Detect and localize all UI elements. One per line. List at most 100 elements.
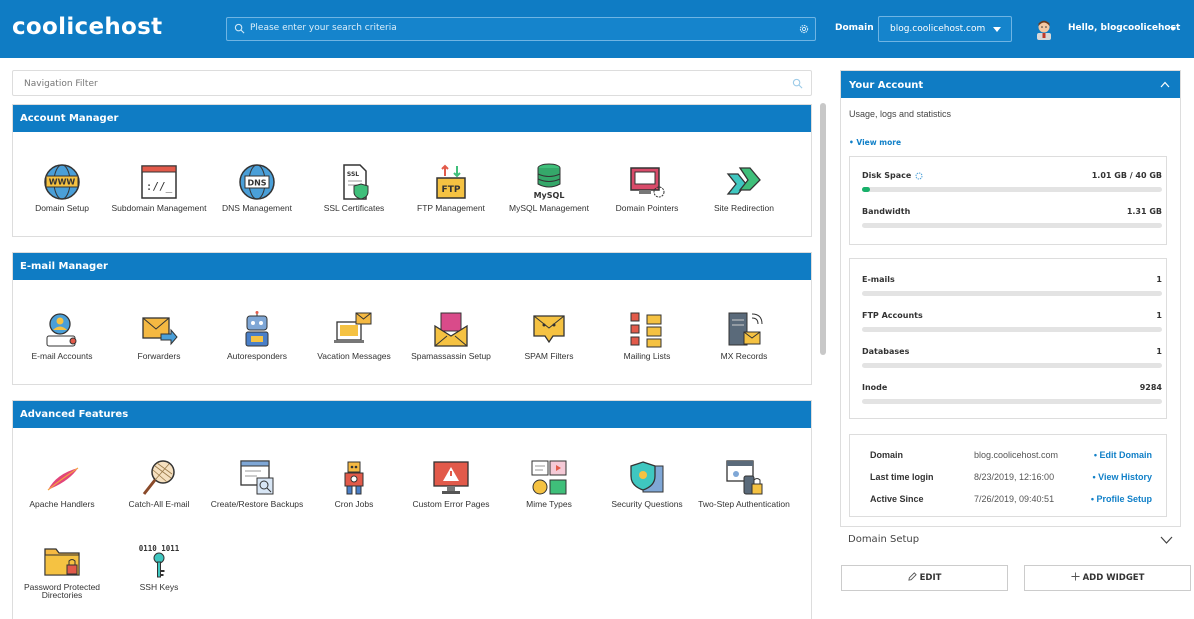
- domain-select[interactable]: blog.coolicehost.com: [878, 16, 1012, 42]
- stat-name: Disk Space: [862, 171, 912, 180]
- tile-vacation-messages[interactable]: Vacation Messages: [306, 310, 402, 360]
- custom-error-pages-icon: [433, 461, 469, 494]
- view-history-link[interactable]: • View History: [1092, 472, 1152, 482]
- svg-text:://_: ://_: [146, 180, 173, 193]
- subdomain-management-icon: ://_: [141, 165, 177, 199]
- mailing-lists-icon: [630, 312, 662, 348]
- vacation-messages-icon: [334, 312, 372, 343]
- tile-two-step-authentication[interactable]: Two-Step Authentication: [696, 458, 792, 508]
- your-account-widget: Your Account Usage, logs and statistics …: [840, 70, 1181, 527]
- chevron-down-icon[interactable]: [1160, 536, 1173, 544]
- tile-email-accounts[interactable]: E-mail Accounts: [14, 310, 110, 360]
- tile-site-redirection[interactable]: Site Redirection: [696, 162, 792, 212]
- tile-subdomain-management[interactable]: ://_ Subdomain Management: [111, 162, 207, 212]
- view-more-link[interactable]: • View more: [849, 138, 901, 147]
- tile-label: Subdomain Management: [111, 203, 207, 213]
- tile-label: Forwarders: [137, 351, 181, 361]
- catch-all-net-icon: [142, 460, 175, 495]
- tile-apache-handlers[interactable]: Apache Handlers: [14, 458, 110, 508]
- add-widget-button-label: ADD WIDGET: [1082, 573, 1145, 583]
- domain-setup-widget-title[interactable]: Domain Setup: [848, 534, 919, 545]
- progress-bar: [862, 291, 1162, 296]
- tile-ssh-keys[interactable]: 0110 1011 SSH Keys: [111, 541, 207, 591]
- tile-domain-pointers[interactable]: Domain Pointers: [599, 162, 695, 212]
- user-menu-chevron-icon[interactable]: [1170, 27, 1176, 31]
- mysql-database-icon: MySQL: [534, 163, 564, 200]
- tile-spam-filters[interactable]: SPAM Filters: [501, 310, 597, 360]
- tile-dns-management[interactable]: DNS DNS Management: [209, 162, 305, 212]
- tile-mysql-management[interactable]: MySQL MySQL Management: [501, 162, 597, 212]
- tile-label: MySQL Management: [509, 203, 589, 213]
- mx-records-server-icon: [728, 312, 763, 346]
- usage-box: Disk Space 1.01 GB / 40 GB Bandwidth 1.3…: [849, 156, 1167, 245]
- gear-icon[interactable]: [798, 23, 810, 35]
- account-manager-panel: Account Manager WWW Domain Setup ://_ Su…: [12, 104, 812, 237]
- refresh-icon[interactable]: [915, 172, 923, 180]
- security-questions-shield-icon: [630, 461, 664, 493]
- tile-domain-setup[interactable]: WWW Domain Setup: [14, 162, 110, 212]
- tile-label: DNS Management: [222, 203, 292, 213]
- profile-setup-link[interactable]: • Profile Setup: [1091, 494, 1152, 504]
- user-greeting[interactable]: Hello, blogcoolicehost: [1068, 23, 1180, 33]
- advanced-features-panel: Advanced Features Apache Handlers Catch-…: [12, 400, 812, 619]
- info-value: 8/23/2019, 12:16:00: [974, 472, 1055, 482]
- tile-label: E-mail Accounts: [31, 351, 93, 361]
- svg-text:WWW: WWW: [49, 178, 76, 187]
- spam-filters-icon: [533, 315, 565, 344]
- tile-cron-jobs[interactable]: Cron Jobs: [306, 458, 402, 508]
- domain-pointers-icon: [630, 167, 665, 198]
- tile-custom-error-pages[interactable]: Custom Error Pages: [403, 458, 499, 508]
- edit-domain-link[interactable]: • Edit Domain: [1094, 450, 1152, 460]
- add-widget-button[interactable]: ADD WIDGET: [1024, 565, 1191, 591]
- tile-label: Cron Jobs: [334, 499, 374, 509]
- two-step-authentication-icon: [726, 460, 763, 495]
- account-info-box: Domain blog.coolicehost.com • Edit Domai…: [849, 434, 1167, 517]
- tile-password-protected-directories[interactable]: Password Protected Directories: [14, 541, 110, 599]
- domain-label: Domain: [835, 23, 874, 33]
- navigation-filter-input[interactable]: Navigation Filter: [12, 70, 812, 96]
- navigation-filter-placeholder: Navigation Filter: [24, 79, 98, 89]
- autoresponders-robot-icon: [245, 311, 269, 347]
- email-manager-panel: E-mail Manager E-mail Accounts Forwarder…: [12, 252, 812, 385]
- chevron-down-icon: [993, 27, 1001, 32]
- user-avatar[interactable]: [1034, 18, 1054, 40]
- tile-mailing-lists[interactable]: Mailing Lists: [599, 310, 695, 360]
- tile-forwarders[interactable]: Forwarders: [111, 310, 207, 360]
- progress-bar: [862, 399, 1162, 404]
- tile-ssl-certificates[interactable]: SSL SSL Certificates: [306, 162, 402, 212]
- chevron-up-icon[interactable]: [1160, 81, 1170, 88]
- stat-name: E-mails: [862, 275, 895, 284]
- apache-feather-icon: [47, 467, 79, 491]
- tile-mx-records[interactable]: MX Records: [696, 310, 792, 360]
- cron-jobs-robot-icon: [344, 461, 364, 495]
- tile-label: SSH Keys: [139, 582, 179, 592]
- forwarders-icon: [142, 317, 178, 346]
- tile-security-questions[interactable]: Security Questions: [599, 458, 695, 508]
- tile-spamassassin-setup[interactable]: Spamassassin Setup: [403, 310, 499, 360]
- tile-mime-types[interactable]: Mime Types: [501, 458, 597, 508]
- stat-value: 9284: [1139, 383, 1162, 392]
- progress-fill: [862, 187, 870, 192]
- email-accounts-icon: [46, 313, 77, 347]
- ftp-management-icon: FTP: [436, 164, 466, 199]
- tile-autoresponders[interactable]: Autoresponders: [209, 310, 305, 360]
- tile-create-restore-backups[interactable]: Create/Restore Backups: [209, 458, 305, 508]
- tile-label: Mime Types: [526, 499, 572, 509]
- progress-bar: [862, 223, 1162, 228]
- search-placeholder: Please enter your search criteria: [250, 23, 397, 33]
- brand-logo[interactable]: coolicehost: [12, 14, 162, 40]
- top-bar: coolicehost Please enter your search cri…: [0, 0, 1194, 58]
- tile-ftp-management[interactable]: FTP FTP Management: [403, 162, 499, 212]
- progress-bar: [862, 187, 1162, 192]
- dns-management-icon: DNS: [239, 164, 275, 200]
- stat-name: Databases: [862, 347, 910, 356]
- tile-label: Domain Setup: [35, 203, 89, 213]
- tile-catch-all-email[interactable]: Catch-All E-mail: [111, 458, 207, 508]
- stat-name: Bandwidth: [862, 207, 911, 216]
- your-account-header[interactable]: Your Account: [841, 71, 1180, 98]
- tile-label: Domain Pointers: [615, 203, 679, 213]
- global-search-input[interactable]: Please enter your search criteria: [226, 17, 816, 41]
- left-column-scrollbar[interactable]: [820, 103, 826, 355]
- edit-button[interactable]: EDIT: [841, 565, 1008, 591]
- tile-label: SSL Certificates: [323, 203, 385, 213]
